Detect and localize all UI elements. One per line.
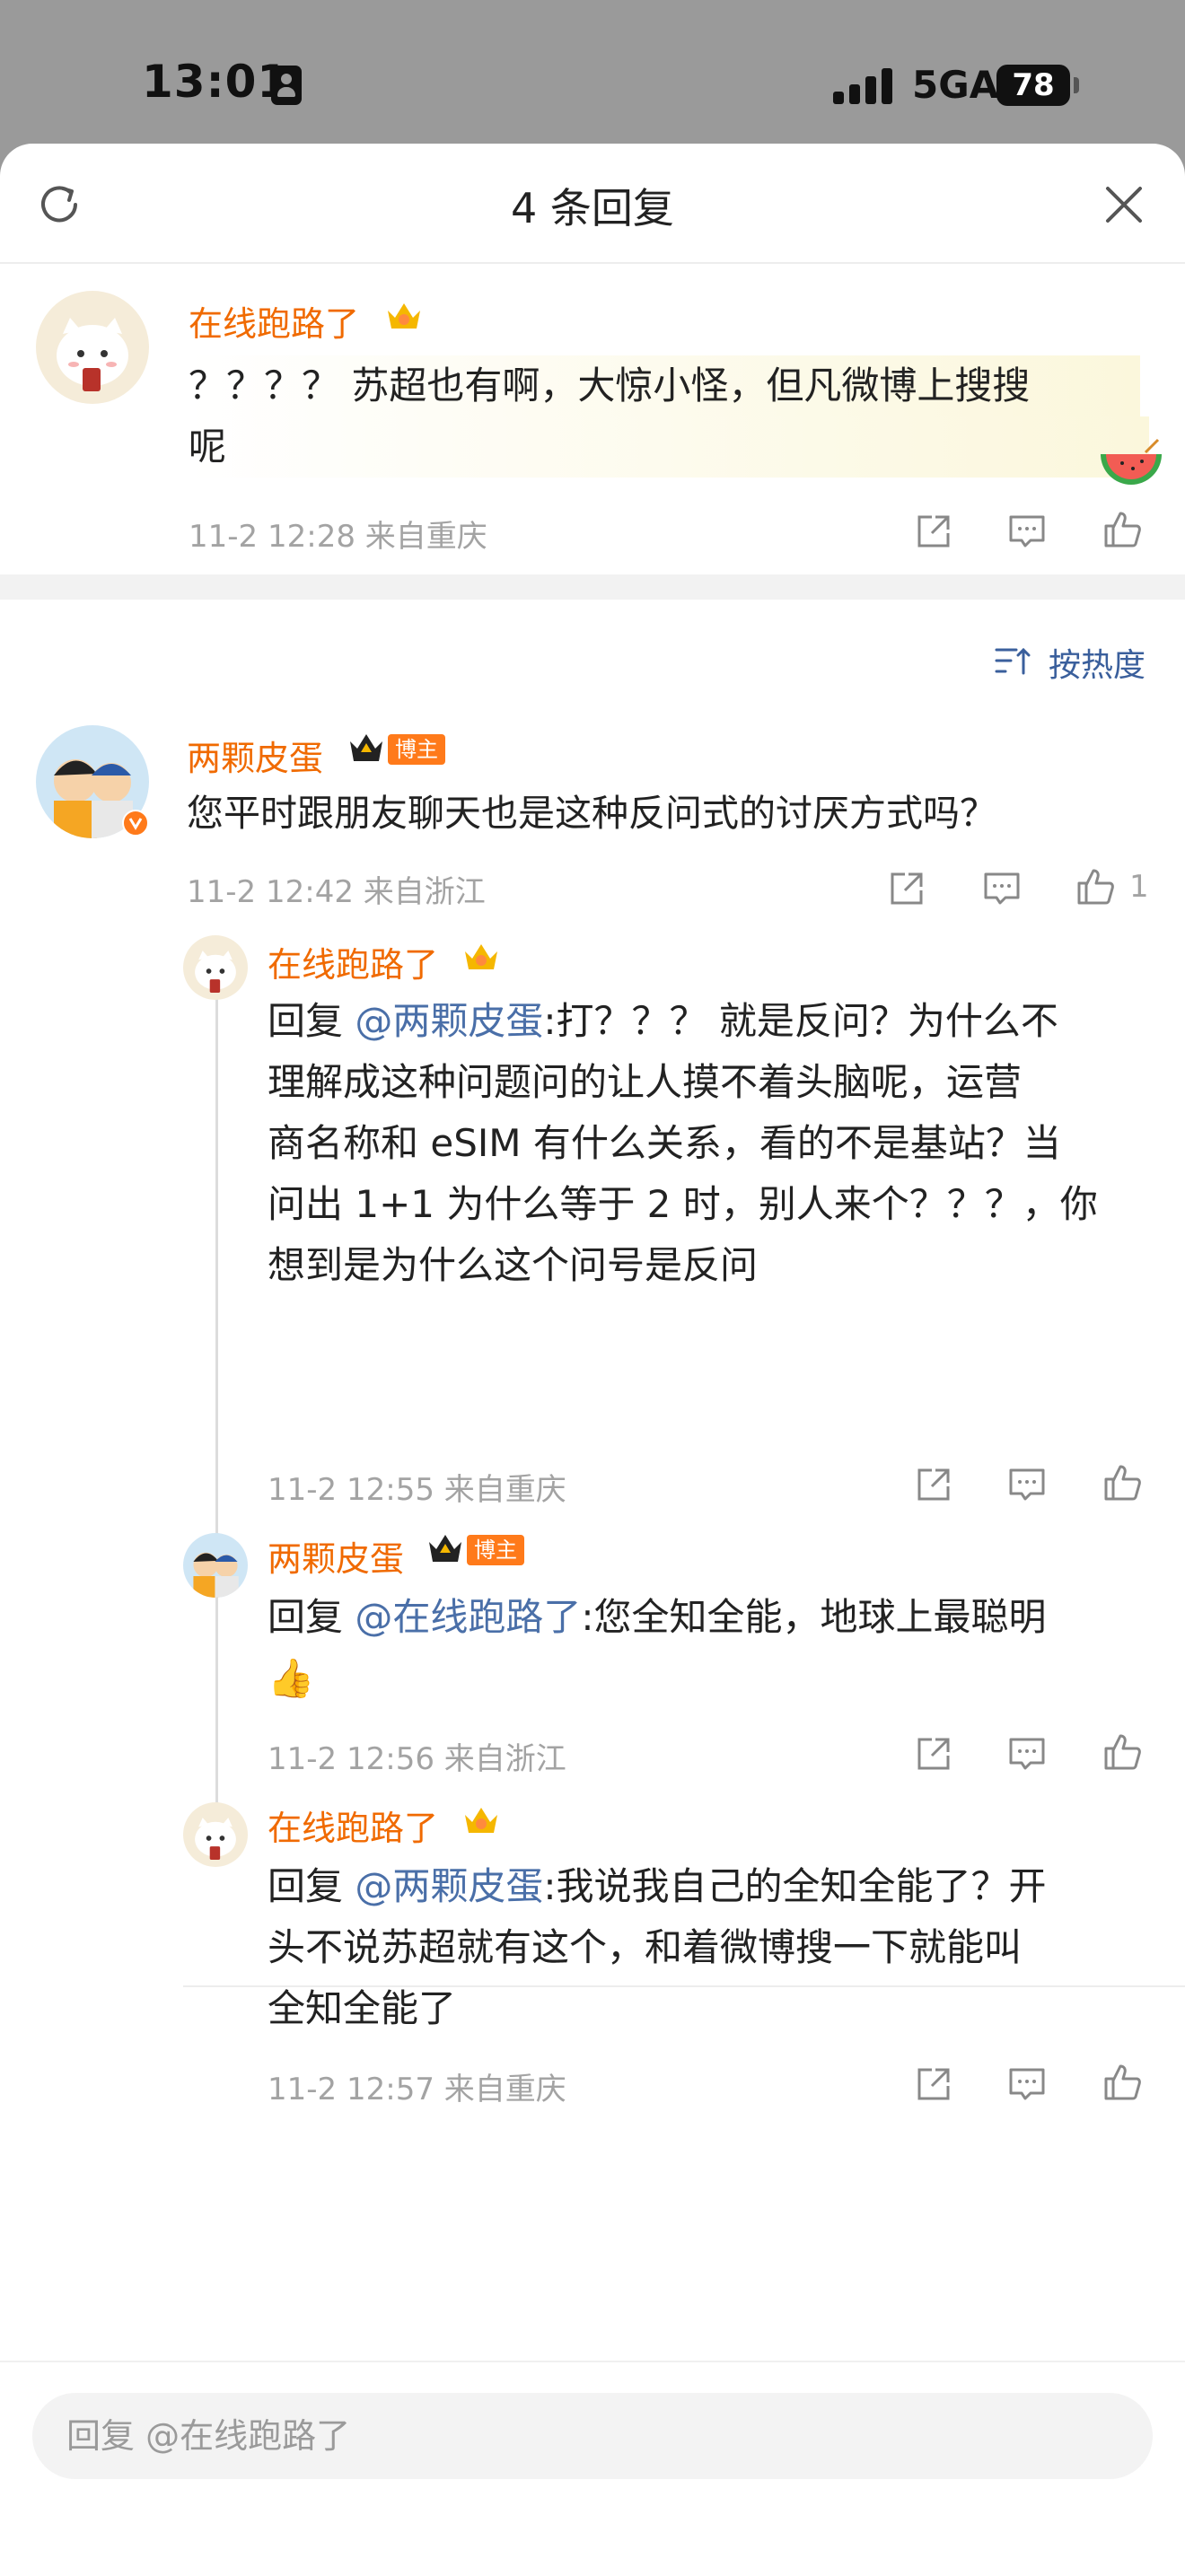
- verified-icon: [122, 810, 149, 837]
- comment-text-line2: 呢: [189, 416, 1149, 478]
- comment-author[interactable]: 在线跑路了: [268, 1801, 438, 1850]
- share-icon[interactable]: [912, 510, 955, 553]
- like-icon[interactable]: [1101, 508, 1144, 551]
- comment-author[interactable]: 在线跑路了: [189, 296, 359, 346]
- reply-prefix: 回复: [268, 1595, 356, 1639]
- reply-line-1: :您全知全能，地球上最聪明: [581, 1595, 1047, 1639]
- close-icon[interactable]: [1102, 183, 1146, 226]
- mention-link[interactable]: @在线跑路了: [355, 1595, 581, 1639]
- avatar[interactable]: [36, 291, 149, 404]
- signal-icon: [833, 68, 896, 104]
- sort-icon[interactable]: [993, 643, 1032, 679]
- share-icon[interactable]: [912, 2063, 955, 2106]
- reply-line-4: 问出 1+1 为什么等于 2 时，别人来个？？？，你: [268, 1182, 1098, 1226]
- comment-meta: 11-2 12:42 来自浙江: [187, 874, 486, 910]
- comment-icon[interactable]: [1005, 2063, 1049, 2106]
- reply-text: 回复 @两颗皮蛋:打？？？ 就是反问？为什么不 理解成这种问题问的让人摸不着头脑…: [268, 991, 1165, 1296]
- reply-line: 回复 @两颗皮蛋:我说我自己的全知全能了？开: [268, 1856, 1165, 1917]
- comment-icon[interactable]: [1005, 1463, 1049, 1506]
- comment-author[interactable]: 两颗皮蛋: [187, 731, 323, 780]
- contact-card-icon: [271, 66, 302, 105]
- comment-author[interactable]: 两颗皮蛋: [268, 1531, 404, 1581]
- author-badge: 博主: [467, 1535, 524, 1565]
- like-icon[interactable]: [1101, 1461, 1144, 1504]
- reply-line: 回复 @在线跑路了:您全知全能，地球上最聪明: [268, 1587, 1165, 1648]
- vip-crown-icon: [429, 1535, 461, 1562]
- thread-end-divider: [183, 1985, 1185, 1987]
- thumbs-up-emoji: 👍: [268, 1656, 315, 1700]
- reply-line-2: 理解成这种问题问的让人摸不着头脑呢，运营: [268, 1060, 1023, 1104]
- reply-line-1: :我说我自己的全知全能了？开: [543, 1864, 1047, 1908]
- share-icon[interactable]: [912, 1463, 955, 1506]
- reply-line-1: :打？？？ 就是反问？为什么不: [543, 999, 1058, 1043]
- thread-line: [215, 968, 218, 1820]
- reply-text: 回复 @在线跑路了:您全知全能，地球上最聪明 👍: [268, 1587, 1165, 1709]
- comment-icon[interactable]: [1005, 510, 1049, 553]
- comment-meta: 11-2 12:55 来自重庆: [268, 1472, 566, 1508]
- like-icon[interactable]: [1074, 865, 1117, 908]
- share-icon[interactable]: [912, 1732, 955, 1775]
- comment-text-line1: ？？？？ 苏超也有啊，大惊小怪，但凡微博上搜搜: [189, 355, 1140, 416]
- like-icon[interactable]: [1101, 1730, 1144, 1774]
- avatar[interactable]: [183, 1533, 248, 1598]
- author-badge: 博主: [388, 734, 445, 765]
- reply-line-2: 头不说苏超就有这个，和着微博搜一下就能叫: [268, 1925, 1023, 1969]
- mention-link[interactable]: @两颗皮蛋: [355, 999, 543, 1043]
- comment-icon[interactable]: [980, 867, 1023, 910]
- reply-input[interactable]: [32, 2393, 1153, 2479]
- sheet-title: 4 条回复: [511, 184, 674, 232]
- avatar[interactable]: [183, 1802, 248, 1867]
- comment-meta: 11-2 12:57 来自重庆: [268, 2072, 566, 2107]
- crown-icon: [465, 944, 497, 969]
- sort-by-hot-button[interactable]: 按热度: [1049, 639, 1146, 686]
- replies-sheet: 4 条回复 在线跑路了 ？？？？ 苏超也有啊，大惊小怪，但凡微博上搜搜 呢 11…: [0, 144, 1185, 2576]
- share-icon[interactable]: [885, 867, 928, 910]
- comment-author[interactable]: 在线跑路了: [268, 937, 438, 986]
- like-icon[interactable]: [1101, 2061, 1144, 2104]
- comment-text: ？？？？ 苏超也有啊，大惊小怪，但凡微博上搜搜 呢: [189, 355, 1149, 478]
- crown-icon: [465, 1808, 497, 1833]
- comment-meta: 11-2 12:56 来自浙江: [268, 1741, 566, 1777]
- section-divider: [0, 574, 1185, 600]
- reply-prefix: 回复: [268, 1864, 356, 1908]
- status-bar: 13:01 5GA 78: [0, 0, 1185, 144]
- reply-line-3: 商名称和 eSIM 有什么关系，看的不是基站？当: [268, 1121, 1061, 1165]
- sheet-header: 4 条回复: [0, 144, 1185, 264]
- watermelon-icon: [1101, 438, 1162, 485]
- reply-prefix: 回复: [268, 999, 356, 1043]
- reply-line-5: 想到是为什么这个问号是反问: [268, 1243, 759, 1287]
- comment-meta: 11-2 12:28 来自重庆: [189, 519, 487, 555]
- battery-cap: [1074, 77, 1079, 93]
- network-type: 5GA: [912, 63, 999, 107]
- crown-icon: [388, 303, 420, 329]
- like-count: 1: [1129, 869, 1149, 905]
- vip-crown-icon: [350, 734, 382, 761]
- reply-bar: [0, 2361, 1185, 2576]
- mention-link[interactable]: @两颗皮蛋: [355, 1864, 543, 1908]
- avatar[interactable]: [183, 935, 248, 1000]
- reply-line: 回复 @两颗皮蛋:打？？？ 就是反问？为什么不: [268, 991, 1165, 1052]
- reply-text: 回复 @两颗皮蛋:我说我自己的全知全能了？开 头不说苏超就有这个，和着微博搜一下…: [268, 1856, 1165, 2039]
- reply-line-3: 全知全能了: [268, 1986, 457, 2030]
- comment-text: 您平时跟朋友聊天也是这种反问式的讨厌方式吗？: [187, 792, 996, 835]
- battery-icon: 78: [996, 65, 1070, 106]
- status-time: 13:01: [142, 56, 290, 108]
- comment-icon[interactable]: [1005, 1732, 1049, 1775]
